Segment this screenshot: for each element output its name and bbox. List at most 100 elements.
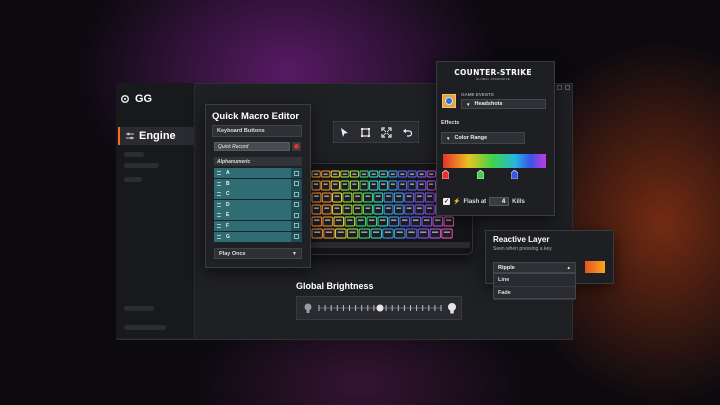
keyboard-key[interactable] — [363, 204, 373, 215]
effect-select[interactable]: ▼ Color Range — [441, 132, 525, 144]
alphanumeric-section-header[interactable]: Alphanumeric — [214, 157, 302, 166]
sidebar-item-engine[interactable]: Engine — [118, 127, 194, 145]
keyboard-key[interactable] — [332, 204, 342, 215]
drag-handle-icon[interactable] — [217, 223, 221, 228]
drag-handle-icon[interactable] — [217, 171, 221, 175]
keyboard-key[interactable] — [311, 216, 323, 227]
keyboard-key[interactable] — [352, 204, 363, 215]
gradient-stop-blue[interactable] — [511, 170, 518, 179]
reactive-effect-select[interactable]: Ripple ▲ — [493, 262, 576, 273]
keyboard-key[interactable] — [373, 192, 384, 203]
keyboard-key[interactable] — [388, 216, 400, 227]
checkbox[interactable] — [294, 170, 299, 176]
slider-handle[interactable] — [376, 304, 384, 312]
keyboard-key[interactable] — [417, 180, 427, 191]
keyboard-key[interactable] — [330, 180, 340, 191]
brightness-slider[interactable] — [296, 296, 462, 320]
keyboard-key[interactable] — [405, 228, 418, 239]
keyboard-key[interactable] — [342, 192, 353, 203]
keyboard-key[interactable] — [383, 204, 394, 215]
close-icon[interactable] — [565, 85, 570, 90]
keyboard-key[interactable] — [378, 180, 388, 191]
keyboard-key[interactable] — [322, 216, 334, 227]
keyboard-key[interactable] — [429, 228, 441, 239]
keyboard-key[interactable] — [377, 216, 389, 227]
keyboard-key[interactable] — [321, 180, 331, 191]
list-item[interactable]: C — [214, 189, 302, 200]
checkbox[interactable] — [294, 191, 299, 197]
keyboard-key[interactable] — [382, 228, 394, 239]
keyboard-key[interactable] — [404, 192, 415, 203]
flash-checkbox[interactable]: ✓ — [443, 198, 450, 205]
keyboard-key[interactable] — [352, 192, 363, 203]
keyboard-key[interactable] — [358, 228, 371, 239]
keyboard-key[interactable] — [335, 228, 347, 239]
list-item[interactable]: D — [214, 199, 302, 210]
list-item[interactable]: E — [214, 210, 302, 221]
keyboard-key[interactable] — [344, 216, 356, 227]
keyboard-key[interactable] — [388, 180, 398, 191]
keyboard-key[interactable] — [426, 180, 436, 191]
keyboard-key[interactable] — [414, 192, 425, 203]
keyboard-key[interactable] — [443, 216, 455, 227]
drag-handle-icon[interactable] — [217, 234, 221, 239]
minimize-icon[interactable] — [557, 85, 562, 90]
keyboard-key[interactable] — [441, 228, 453, 239]
checkbox[interactable] — [294, 181, 299, 187]
dropdown-option-fade[interactable]: Fade — [494, 287, 575, 300]
checkbox[interactable] — [294, 202, 299, 208]
keyboard-key[interactable] — [394, 228, 406, 239]
keyboard-key[interactable] — [424, 192, 435, 203]
keyboard-key[interactable] — [333, 216, 345, 227]
keyboard-key[interactable] — [414, 204, 425, 215]
keyboard-key[interactable] — [346, 228, 359, 239]
list-item[interactable]: F — [214, 220, 302, 231]
keyboard-key[interactable] — [311, 180, 321, 191]
keyboard-key[interactable] — [321, 204, 332, 215]
keyboard-key[interactable] — [323, 228, 335, 239]
keyboard-key[interactable] — [393, 192, 404, 203]
keyboard-key[interactable] — [399, 216, 411, 227]
keyboard-key[interactable] — [359, 180, 369, 191]
reactive-color-swatch[interactable] — [585, 261, 605, 273]
keyboard-key[interactable] — [397, 180, 408, 191]
keyboard-key[interactable] — [369, 180, 379, 191]
game-event-select[interactable]: ▼ Headshots — [461, 99, 546, 109]
keyboard-key[interactable] — [340, 180, 350, 191]
keyboard-key[interactable] — [342, 204, 353, 215]
keyboard-key[interactable] — [404, 204, 415, 215]
flash-count-input[interactable]: 4 — [489, 197, 510, 206]
undo-icon[interactable] — [400, 124, 416, 140]
keyboard-key[interactable] — [407, 180, 417, 191]
keyboard-key[interactable] — [311, 228, 323, 239]
drag-handle-icon[interactable] — [217, 181, 221, 186]
keyboard-key[interactable] — [355, 216, 367, 227]
keyboard-key[interactable] — [363, 192, 373, 203]
quick-record-field[interactable]: Quick Record — [214, 142, 290, 151]
keyboard-key[interactable] — [349, 180, 360, 191]
keyboard-key[interactable] — [332, 192, 342, 203]
keyboard-buttons-tab[interactable]: Keyboard Buttons — [212, 125, 302, 137]
checkbox[interactable] — [294, 234, 299, 240]
keyboard-key[interactable] — [421, 216, 433, 227]
cursor-icon[interactable] — [337, 124, 353, 140]
keyboard-key[interactable] — [321, 192, 332, 203]
list-item[interactable]: G — [214, 231, 302, 242]
keyboard-key[interactable] — [393, 204, 404, 215]
expand-icon[interactable] — [379, 124, 395, 140]
record-button[interactable] — [292, 142, 301, 151]
keyboard-key[interactable] — [311, 204, 322, 215]
list-item[interactable]: A — [214, 168, 302, 178]
keyboard-key[interactable] — [373, 204, 384, 215]
keyboard-key[interactable] — [370, 228, 382, 239]
drag-handle-icon[interactable] — [217, 213, 221, 218]
keyboard-key[interactable] — [311, 192, 322, 203]
keyboard-key[interactable] — [424, 204, 435, 215]
checkbox[interactable] — [294, 223, 299, 229]
crop-icon[interactable] — [358, 124, 374, 140]
keyboard-key[interactable] — [366, 216, 378, 227]
drag-handle-icon[interactable] — [217, 202, 221, 207]
keyboard-key[interactable] — [383, 192, 394, 203]
dropdown-option-line[interactable]: Line — [494, 274, 575, 287]
gradient-stop-red[interactable] — [442, 170, 449, 179]
